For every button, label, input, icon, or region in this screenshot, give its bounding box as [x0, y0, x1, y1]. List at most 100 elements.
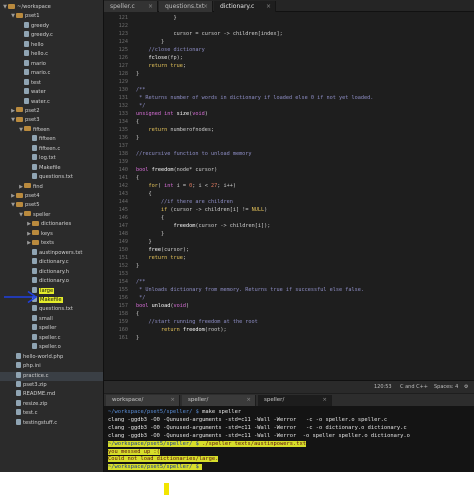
- annotation-arrow-icon: [4, 290, 38, 304]
- terminal-tab[interactable]: speller/ ×: [258, 395, 332, 406]
- close-icon[interactable]: ×: [170, 395, 175, 406]
- tree-item-label: questions.txt: [39, 306, 73, 313]
- tree-item[interactable]: ▶ keys: [0, 230, 103, 239]
- tree-item-label: pset3: [25, 117, 40, 124]
- editor-tab[interactable]: speller.c ×: [104, 1, 158, 12]
- tree-item[interactable]: log.txt: [0, 154, 103, 163]
- tree-item[interactable]: resize.zip: [0, 399, 103, 409]
- code-token: {: [136, 191, 152, 197]
- close-icon[interactable]: ×: [148, 1, 153, 12]
- code-token: }: [136, 263, 140, 269]
- code-line: freedom(cursor -> children[i]);: [136, 222, 270, 230]
- line-number: 146: [118, 215, 128, 221]
- indent-setting[interactable]: Spaces: 4: [434, 381, 458, 394]
- tree-item[interactable]: ▼ ~/workspace: [0, 3, 103, 12]
- tree-item[interactable]: questions.txt: [0, 305, 103, 314]
- tree-item[interactable]: dictionary.c: [0, 258, 103, 267]
- terminal[interactable]: ~/workspace/pset5/speller/ $ make spelle…: [104, 406, 474, 472]
- file-icon: [32, 314, 37, 321]
- code-line: fclose(fp);: [136, 54, 183, 62]
- tree-item[interactable]: greedy: [0, 21, 103, 31]
- tree-item[interactable]: dictionary.h: [0, 267, 103, 277]
- terminal-output: ./speller texts/austinpowers.txt: [198, 440, 306, 447]
- tree-item[interactable]: water: [0, 88, 103, 97]
- tree-item[interactable]: test: [0, 78, 103, 88]
- editor-tab[interactable]: questions.txt ×: [159, 1, 213, 12]
- tree-item-label: practice.c: [23, 372, 49, 379]
- tree-item[interactable]: ▶ texts: [0, 239, 103, 248]
- tree-item[interactable]: ▼ pset5: [0, 201, 103, 210]
- tree-item[interactable]: speller: [0, 324, 103, 333]
- terminal-tab-label: speller/: [264, 397, 285, 403]
- tree-item[interactable]: dictionary.o: [0, 277, 103, 286]
- tree-item[interactable]: small: [0, 314, 103, 324]
- tree-item[interactable]: mario: [0, 59, 103, 69]
- tree-item[interactable]: austinpowers.txt: [0, 248, 103, 258]
- tree-item[interactable]: fifteen.c: [0, 144, 103, 154]
- tree-item[interactable]: practice.c: [0, 371, 103, 381]
- line-number: 152: [118, 263, 128, 269]
- terminal-line-content: ~/workspace/pset5/speller/ $ ./speller t…: [108, 440, 306, 447]
- terminal-line: clang -ggdb3 -O0 -Qunused-arguments -std…: [108, 432, 410, 440]
- tree-item[interactable]: test.c: [0, 409, 103, 418]
- code-line: {: [136, 214, 164, 222]
- tree-item[interactable]: ▶ pset4: [0, 192, 103, 201]
- tree-item[interactable]: README.md: [0, 390, 103, 399]
- code-editor[interactable]: 121 122 123 124 125 126 127 128 129 130 131 132 133 1…: [104, 13, 474, 379]
- tree-item[interactable]: ▼ pset3: [0, 116, 103, 125]
- terminal-line-content: clang -ggdb3 -O0 -Qunused-arguments -std…: [108, 425, 407, 431]
- line-number: 151: [118, 255, 128, 261]
- tree-item[interactable]: ▶ pset2: [0, 107, 103, 116]
- editor-tab[interactable]: dictionary.c ×: [214, 1, 276, 12]
- folder-icon: [16, 12, 23, 18]
- code-token: /**: [136, 87, 146, 93]
- tree-item-label: find: [33, 183, 43, 190]
- tree-item-label: Makefile: [39, 164, 61, 171]
- code-token: /**: [136, 279, 146, 285]
- file-icon: [16, 362, 21, 369]
- file-icon: [32, 267, 37, 274]
- language-mode[interactable]: C and C++: [400, 381, 428, 394]
- close-icon[interactable]: ×: [266, 1, 271, 12]
- file-tree[interactable]: ▼ ~/workspace ▼ pset1 greedy greedy.c hello hel…: [0, 0, 104, 472]
- tree-item[interactable]: ▶ find: [0, 183, 103, 192]
- folder-icon: [8, 3, 15, 9]
- tree-item[interactable]: mario.c: [0, 69, 103, 78]
- file-icon: [32, 154, 37, 161]
- tree-item[interactable]: hello: [0, 40, 103, 50]
- tree-item[interactable]: Makefile: [0, 163, 103, 173]
- tree-item[interactable]: questions.txt: [0, 173, 103, 182]
- tree-item[interactable]: ▶ dictionaries: [0, 220, 103, 229]
- close-icon[interactable]: ×: [322, 395, 327, 406]
- code-token: {: [136, 215, 165, 221]
- tree-item[interactable]: greedy.c: [0, 31, 103, 40]
- tree-item[interactable]: speller.c: [0, 333, 103, 343]
- terminal-output: clang -ggdb3 -O0 -Qunused-arguments -std…: [108, 424, 407, 431]
- code-token: return: [148, 127, 168, 133]
- tree-item[interactable]: speller.o: [0, 343, 103, 352]
- tree-item[interactable]: ▼ pset1: [0, 12, 103, 21]
- tree-item[interactable]: testingstuff.c: [0, 418, 103, 428]
- terminal-tab[interactable]: workspace/ ×: [106, 395, 180, 406]
- folder-icon: [24, 211, 31, 217]
- terminal-tab[interactable]: speller/ ×: [182, 395, 256, 406]
- code-line: {: [136, 118, 139, 126]
- terminal-line: ~/workspace/pset5/speller/ $ make spelle…: [108, 408, 241, 416]
- tree-item[interactable]: water.c: [0, 97, 103, 107]
- tree-item[interactable]: hello.c: [0, 50, 103, 59]
- tree-item[interactable]: hello-world.php: [0, 352, 103, 362]
- tree-item[interactable]: pset3.zip: [0, 381, 103, 390]
- tree-item[interactable]: ▼ speller: [0, 211, 103, 220]
- code-token: return: [148, 255, 168, 261]
- code-line: }: [136, 70, 139, 78]
- tree-item[interactable]: php.ini: [0, 362, 103, 371]
- close-icon[interactable]: ×: [246, 395, 251, 406]
- tree-item[interactable]: ▼ fifteen: [0, 126, 103, 135]
- tree-item-label: mario.c: [31, 70, 51, 77]
- gear-icon[interactable]: ⚙: [464, 381, 468, 394]
- line-number: 149: [118, 239, 128, 245]
- close-icon[interactable]: ×: [203, 1, 208, 12]
- code-line: return true;: [136, 254, 187, 262]
- tree-item[interactable]: fifteen: [0, 135, 103, 144]
